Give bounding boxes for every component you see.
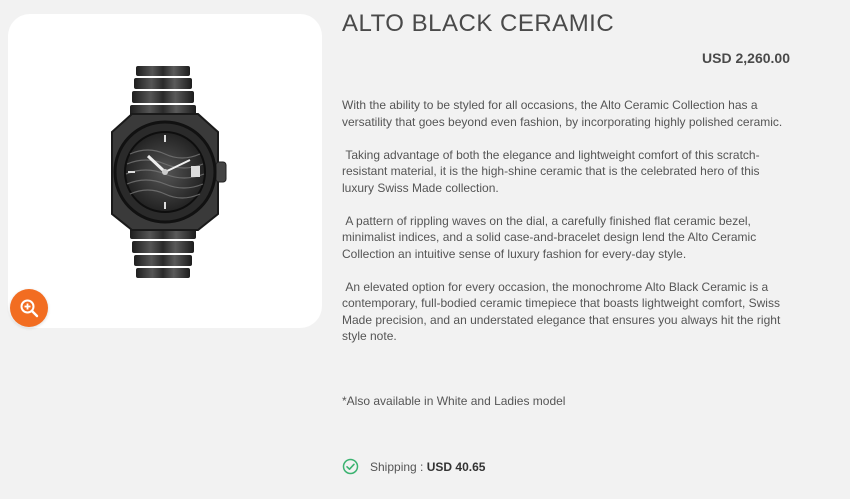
shipping-value: USD 40.65 bbox=[426, 459, 486, 474]
zoom-button[interactable] bbox=[10, 289, 48, 327]
product-description: With the ability to be styled for all oc… bbox=[342, 97, 794, 361]
product-image-card[interactable] bbox=[8, 14, 322, 328]
watch-image bbox=[111, 66, 227, 278]
shipping-label: Shipping : bbox=[370, 459, 427, 474]
description-paragraph: An elevated option for every occasion, t… bbox=[342, 279, 784, 344]
check-circle-icon bbox=[342, 458, 359, 475]
shipping-info: Shipping : USD 40.65 bbox=[342, 458, 485, 475]
description-paragraph: With the ability to be styled for all oc… bbox=[342, 98, 783, 129]
availability-note: *Also available in White and Ladies mode… bbox=[342, 394, 566, 408]
product-title: ALTO BLACK CERAMIC bbox=[342, 10, 615, 37]
description-paragraph: Taking advantage of both the elegance an… bbox=[342, 147, 763, 195]
zoom-in-icon bbox=[20, 299, 39, 318]
description-paragraph: A pattern of rippling waves on the dial,… bbox=[342, 213, 760, 261]
product-price: USD 2,260.00 bbox=[702, 50, 790, 66]
